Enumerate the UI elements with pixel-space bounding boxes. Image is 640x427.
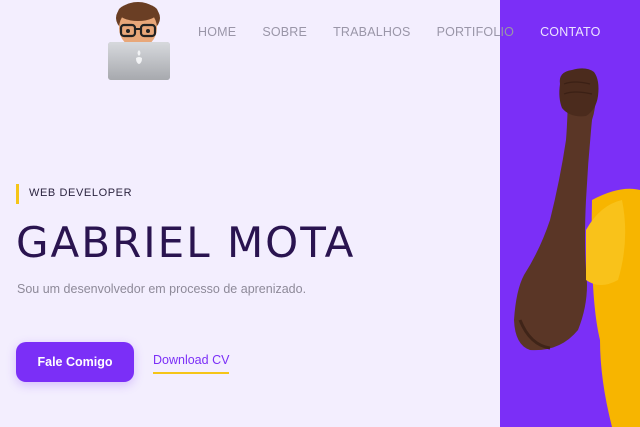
main-nav: HOME SOBRE TRABALHOS PORTIFOLIO CONTATO (198, 25, 601, 39)
memoji-laptop-avatar-icon[interactable] (104, 0, 174, 82)
hero-name: GABRIEL MOTA (16, 218, 356, 267)
role-accent-bar (16, 184, 19, 204)
hero-description: Sou um desenvolvedor em processo de apre… (17, 282, 307, 296)
contact-button[interactable]: Fale Comigo (16, 342, 134, 382)
nav-home[interactable]: HOME (198, 25, 236, 39)
hero-role: WEB DEVELOPER (29, 187, 133, 199)
nav-contato[interactable]: CONTATO (540, 25, 600, 39)
nav-trabalhos[interactable]: TRABALHOS (333, 25, 411, 39)
nav-sobre[interactable]: SOBRE (262, 25, 307, 39)
nav-portifolio[interactable]: PORTIFOLIO (437, 25, 514, 39)
portfolio-page: HOME SOBRE TRABALHOS PORTIFOLIO CONTATO … (0, 0, 640, 427)
download-cv-link[interactable]: Download CV (153, 353, 230, 374)
raised-fist-person-photo (514, 68, 640, 427)
